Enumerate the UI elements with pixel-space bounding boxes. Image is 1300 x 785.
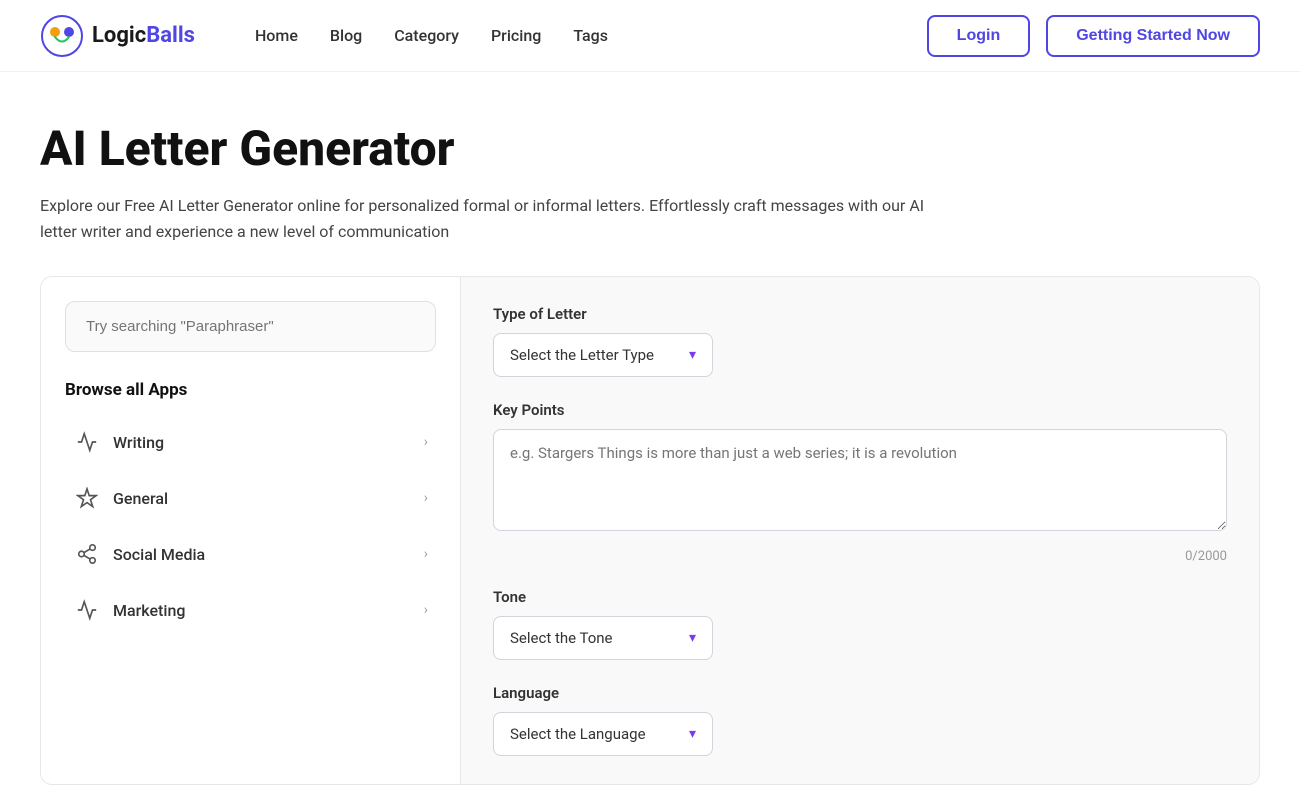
writing-label: Writing (113, 433, 164, 452)
left-panel: Browse all Apps Writing › (41, 277, 461, 784)
language-chevron-icon: ▾ (689, 726, 696, 742)
logo-text: LogicBalls (92, 23, 195, 48)
type-of-letter-label: Type of Letter (493, 305, 1227, 323)
language-label: Language (493, 684, 1227, 702)
general-icon (73, 484, 101, 512)
tone-label: Tone (493, 588, 1227, 606)
writing-icon (73, 428, 101, 456)
main-content: AI Letter Generator Explore our Free AI … (0, 72, 1300, 785)
tone-group: Tone Select the Tone ▾ (493, 588, 1227, 660)
nav-pricing[interactable]: Pricing (491, 26, 541, 45)
header-actions: Login Getting Started Now (927, 15, 1260, 57)
social-media-icon (73, 540, 101, 568)
getting-started-button[interactable]: Getting Started Now (1046, 15, 1260, 57)
key-points-group: Key Points 0/2000 (493, 401, 1227, 564)
nav-blog[interactable]: Blog (330, 26, 362, 45)
search-input[interactable] (65, 301, 436, 352)
social-media-label: Social Media (113, 545, 205, 564)
key-points-wrap (493, 429, 1227, 535)
page-description: Explore our Free AI Letter Generator onl… (40, 193, 940, 244)
key-points-label: Key Points (493, 401, 1227, 419)
tone-chevron-icon: ▾ (689, 630, 696, 646)
type-of-letter-chevron-icon: ▾ (689, 347, 696, 363)
sidebar-item-social-media[interactable]: Social Media › (65, 528, 436, 580)
type-of-letter-group: Type of Letter Select the Letter Type ▾ (493, 305, 1227, 377)
nav-category[interactable]: Category (394, 26, 459, 45)
logo[interactable]: LogicBalls (40, 14, 195, 58)
page-title: AI Letter Generator (40, 120, 1260, 177)
chevron-right-marketing: › (424, 602, 428, 618)
login-button[interactable]: Login (927, 15, 1031, 57)
general-label: General (113, 489, 168, 508)
key-points-counter: 0/2000 (493, 549, 1227, 564)
sidebar-item-marketing[interactable]: Marketing › (65, 584, 436, 636)
marketing-icon (73, 596, 101, 624)
right-panel: Type of Letter Select the Letter Type ▾ … (461, 277, 1259, 784)
browse-title: Browse all Apps (65, 380, 436, 400)
marketing-label: Marketing (113, 601, 185, 620)
nav-home[interactable]: Home (255, 26, 298, 45)
nav-tags[interactable]: Tags (573, 26, 608, 45)
tone-select[interactable]: Select the Tone ▾ (493, 616, 713, 660)
chevron-right-writing: › (424, 434, 428, 450)
sidebar-item-general[interactable]: General › (65, 472, 436, 524)
chevron-right-social: › (424, 546, 428, 562)
language-value: Select the Language (510, 725, 646, 743)
type-of-letter-value: Select the Letter Type (510, 346, 654, 364)
sidebar-item-writing[interactable]: Writing › (65, 416, 436, 468)
chevron-right-general: › (424, 490, 428, 506)
key-points-textarea[interactable] (493, 429, 1227, 531)
main-nav: Home Blog Category Pricing Tags (255, 26, 887, 45)
language-select[interactable]: Select the Language ▾ (493, 712, 713, 756)
type-of-letter-select[interactable]: Select the Letter Type ▾ (493, 333, 713, 377)
content-grid: Browse all Apps Writing › (40, 276, 1260, 785)
header: LogicBalls Home Blog Category Pricing Ta… (0, 0, 1300, 72)
language-group: Language Select the Language ▾ (493, 684, 1227, 756)
browse-list: Writing › General › (65, 416, 436, 636)
tone-value: Select the Tone (510, 629, 613, 647)
